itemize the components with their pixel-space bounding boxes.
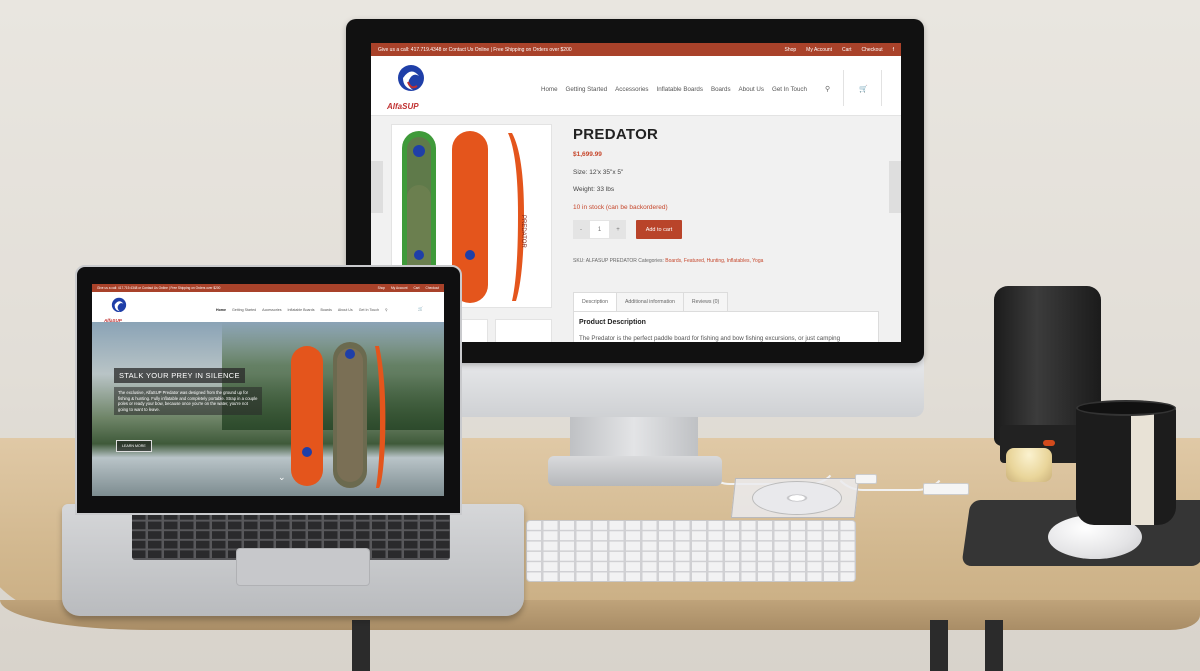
- tab-additional-information[interactable]: Additional information: [615, 292, 684, 312]
- description-title: Product Description: [579, 319, 646, 326]
- laptop-link-my-account[interactable]: My Account: [391, 286, 407, 290]
- gallery-prev-arrow[interactable]: [371, 161, 383, 213]
- nav-getting-started[interactable]: Getting Started: [232, 308, 256, 312]
- search-icon[interactable]: ⚲: [825, 85, 830, 93]
- product-categories[interactable]: Boards, Featured, Hunting, Inflatables, …: [665, 258, 763, 264]
- hero-boards-image: [291, 342, 386, 488]
- stock-status: 10 in stock (can be backordered): [573, 204, 668, 211]
- tab-description[interactable]: Description: [573, 292, 617, 312]
- laptop-link-shop[interactable]: Shop: [378, 286, 385, 290]
- cart-icon[interactable]: 🛒: [859, 85, 868, 93]
- nav-about-us[interactable]: About Us: [338, 308, 353, 312]
- search-icon[interactable]: ⚲: [385, 308, 388, 312]
- quantity-increase-button[interactable]: +: [610, 220, 626, 239]
- site-header: AlfaSUP Home Getting Started Accessories…: [371, 56, 901, 116]
- product-size: Size: 12'x 35"x 5": [573, 169, 624, 176]
- laptop-contact-text: Give us a call: 417.719.4348 or Contact …: [97, 286, 221, 290]
- hero-text: The exclusive, AlfaSUP Predator was desi…: [114, 387, 262, 416]
- nav-accessories[interactable]: Accessories: [262, 308, 281, 312]
- laptop-top-bar: Give us a call: 417.719.4348 or Contact …: [92, 284, 444, 292]
- desk-leg: [930, 620, 948, 671]
- nav-about-us[interactable]: About Us: [739, 86, 764, 93]
- monitor-stand-neck: [570, 417, 698, 461]
- candle: [1006, 448, 1052, 482]
- tab-reviews[interactable]: Reviews (0): [682, 292, 729, 312]
- desktop-keyboard: [526, 520, 856, 582]
- product-meta: SKU: ALFASUP PREDATOR Categories: Boards…: [573, 258, 763, 264]
- link-my-account[interactable]: My Account: [806, 47, 832, 53]
- nav-get-in-touch[interactable]: Get In Touch: [359, 308, 379, 312]
- link-shop[interactable]: Shop: [784, 47, 796, 53]
- divider: [881, 70, 882, 106]
- description-text: The Predator is the perfect paddle board…: [579, 335, 841, 342]
- link-checkout[interactable]: Checkout: [861, 47, 882, 53]
- cart-icon[interactable]: 🛒: [418, 306, 423, 311]
- laptop-trackpad: [236, 548, 370, 586]
- contact-text: Give us a call: 417.719.4348 or Contact …: [378, 46, 572, 53]
- mug-rim: [1076, 400, 1176, 416]
- logo-icon[interactable]: [391, 60, 431, 100]
- nav-inflatable-boards[interactable]: Inflatable Boards: [288, 308, 315, 312]
- nav-boards[interactable]: Boards: [711, 86, 731, 93]
- nav-home[interactable]: Home: [541, 86, 558, 93]
- nav-home[interactable]: Home: [216, 308, 226, 312]
- usb-dongle: [855, 474, 877, 484]
- desk-leg: [985, 620, 1003, 671]
- quantity-decrease-button[interactable]: -: [573, 220, 589, 239]
- top-links: Shop My Account Cart Checkout f: [784, 47, 894, 53]
- cd-disc: [752, 481, 842, 515]
- logo-text[interactable]: AlfaSUP: [387, 102, 419, 111]
- laptop-link-checkout[interactable]: Checkout: [426, 286, 439, 290]
- product-tabs: Description Additional information Revie…: [573, 292, 729, 312]
- laptop-main-nav: Home Getting Started Accessories Inflata…: [216, 308, 388, 312]
- board-side-text: PREDATOR: [520, 215, 526, 248]
- laptop-screen: Give us a call: 417.719.4348 or Contact …: [92, 284, 444, 496]
- laptop-top-links: Shop My Account Cart Checkout: [378, 286, 439, 290]
- product-sku: SKU: ALFASUP PREDATOR Categories:: [573, 258, 666, 264]
- link-cart[interactable]: Cart: [842, 47, 851, 53]
- product-thumbnail[interactable]: [495, 319, 552, 342]
- gallery-next-arrow[interactable]: [889, 161, 901, 213]
- facebook-icon[interactable]: f: [893, 47, 894, 53]
- usb-dongle: [923, 483, 969, 495]
- laptop-site-header: AlfaSUP Home Getting Started Accessories…: [92, 292, 444, 323]
- chevron-down-icon[interactable]: ⌄: [278, 472, 286, 483]
- learn-more-button[interactable]: LEARN MORE: [116, 440, 152, 452]
- nav-boards[interactable]: Boards: [321, 308, 332, 312]
- nav-getting-started[interactable]: Getting Started: [566, 86, 608, 93]
- nav-inflatable-boards[interactable]: Inflatable Boards: [657, 86, 703, 93]
- product-price: $1,699.99: [573, 151, 602, 158]
- main-nav: Home Getting Started Accessories Inflata…: [541, 86, 807, 93]
- top-bar: Give us a call: 417.719.4348 or Contact …: [371, 43, 901, 56]
- divider: [843, 70, 844, 106]
- quantity-input[interactable]: 1: [589, 220, 610, 239]
- laptop-link-cart[interactable]: Cart: [414, 286, 420, 290]
- nav-get-in-touch[interactable]: Get In Touch: [772, 86, 807, 93]
- mug: [1076, 405, 1176, 525]
- speaker-logo: [1043, 440, 1055, 446]
- nav-accessories[interactable]: Accessories: [615, 86, 648, 93]
- monitor-stand-foot: [548, 456, 722, 486]
- product-weight: Weight: 33 lbs: [573, 186, 615, 193]
- logo-icon[interactable]: [108, 295, 130, 317]
- hero-title: STALK YOUR PREY IN SILENCE: [114, 368, 245, 383]
- desk-leg: [352, 620, 370, 671]
- product-title: PREDATOR: [573, 126, 659, 143]
- add-to-cart-button[interactable]: Add to cart: [636, 220, 682, 239]
